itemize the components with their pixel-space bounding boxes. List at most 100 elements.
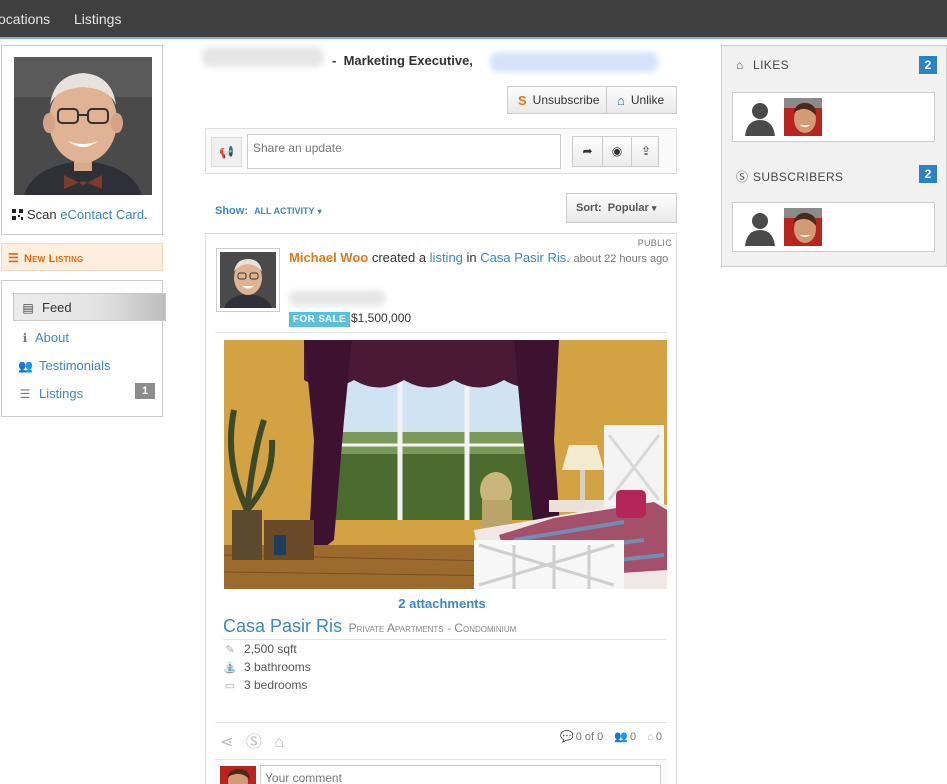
avatar[interactable] <box>784 98 822 136</box>
social-counts: 💬 0 of 0 👥 0 ⌂ 0 <box>560 730 662 743</box>
show-label: Show: <box>215 205 248 217</box>
subscribers-heading: Ⓢ SUBSCRIBERS <box>736 168 843 185</box>
unlike-label: Unlike <box>630 93 665 107</box>
author-name[interactable]: Michael Woo <box>289 250 368 265</box>
area-icon: ✎ <box>225 644 235 656</box>
comment-area: Your comment <box>215 759 667 784</box>
avatar[interactable] <box>784 208 822 246</box>
unlike-icon: ⌂ <box>617 93 625 108</box>
listing-price: $1,500,000 <box>351 311 412 325</box>
comment-input[interactable]: Your comment <box>260 765 661 784</box>
unsubscribe-label: Unsubscribe <box>532 93 600 107</box>
subscribers-avatars <box>732 202 935 252</box>
place-link[interactable]: Casa Pasir Ris. <box>480 250 570 265</box>
social-actions: ⋖ Ⓢ ⌂ <box>220 728 292 752</box>
job-title: Marketing Executive, <box>343 53 473 68</box>
likes-count-badge: 2 <box>919 56 937 74</box>
sidebar-item-label: Testimonials <box>39 358 111 373</box>
likes-avatars <box>732 92 935 142</box>
show-value: ALL ACTIVITY <box>254 206 315 216</box>
listing-link[interactable]: listing <box>430 250 463 265</box>
scan-label: Scan <box>27 207 61 222</box>
caret-down-icon: ▾ <box>317 207 322 216</box>
comment-icon: 💬 <box>560 731 574 743</box>
timestamp: about 22 hours ago <box>573 253 669 265</box>
sidebar-item-listings[interactable]: ☰ Listings <box>18 386 83 401</box>
profile-title: - Marketing Executive, <box>332 53 473 68</box>
megaphone-icon[interactable]: 📢 <box>211 137 242 167</box>
commenter-avatar <box>220 766 256 784</box>
like-icon[interactable]: ⌂ <box>274 734 284 751</box>
unlike-button[interactable]: ⌂ Unlike <box>606 86 677 114</box>
sidebar-item-about[interactable]: ℹ About <box>18 330 69 345</box>
new-listing-button[interactable]: ☰ New Listing <box>1 243 163 271</box>
eye-icon[interactable]: ◉ <box>602 137 631 166</box>
spec-value: 2,500 sqft <box>244 642 297 656</box>
author-avatar[interactable] <box>216 248 280 312</box>
like-count-icon: ⌂ <box>647 731 654 743</box>
econtact-card-link[interactable]: eContact Card <box>60 207 144 222</box>
sidebar-nav: ▤ Feed ℹ About 👥 Testimonials ☰ Listings 1 <box>1 280 166 417</box>
share-toolbar: ➦ ◉ ⇪ <box>572 136 659 167</box>
divider <box>223 639 667 640</box>
list-icon: ☰ <box>19 387 31 401</box>
listing-title: Casa Pasir Ris Private Apartments - Cond… <box>223 616 516 637</box>
like-icon: ⌂ <box>736 58 744 72</box>
comments-count: 0 of 0 <box>575 731 604 743</box>
shower-icon: ⛲ <box>223 662 237 674</box>
activity-prep: in <box>466 250 477 265</box>
profile-card: Scan eContact Card. <box>1 45 163 235</box>
share-input[interactable]: Share an update <box>247 134 561 169</box>
sidebar-item-label: Listings <box>39 386 84 401</box>
top-navbar: ocations Listings <box>0 0 947 39</box>
bed-icon: ▭ <box>224 680 236 692</box>
status-badge: FOR SALE <box>289 312 350 327</box>
redacted-company <box>490 52 658 72</box>
subscribers-count: 0 <box>630 731 637 743</box>
subscribe-icon[interactable]: Ⓢ <box>246 734 262 751</box>
avatar-placeholder[interactable] <box>741 98 779 136</box>
show-filter[interactable]: Show: ALL ACTIVITY ▾ <box>215 205 322 217</box>
listing-name[interactable]: Casa Pasir Ris <box>223 616 342 636</box>
unsubscribe-icon: S <box>518 93 527 108</box>
nav-item-locations[interactable]: ocations <box>0 11 50 27</box>
attachments-link[interactable]: 2 attachments <box>206 596 678 611</box>
users-icon: 👥 <box>614 731 629 743</box>
listings-count-badge: 1 <box>135 383 155 399</box>
likes-label: LIKES <box>753 58 790 72</box>
divider <box>215 722 667 723</box>
list-icon: ☰ <box>8 251 19 265</box>
sort-label: Sort: <box>576 202 602 214</box>
listing-photo[interactable] <box>224 340 667 589</box>
scan-period: . <box>144 207 148 222</box>
unsubscribe-button[interactable]: S Unsubscribe <box>507 86 607 114</box>
spec-bathrooms: ⛲ 3 bathrooms <box>223 660 311 674</box>
nav-item-listings[interactable]: Listings <box>74 11 121 27</box>
feed-icon: ▤ <box>22 301 34 315</box>
spec-value: 3 bathrooms <box>244 660 311 674</box>
sidebar-item-testimonials[interactable]: 👥 Testimonials <box>18 358 111 373</box>
share-icon[interactable]: ⋖ <box>220 734 233 751</box>
redacted-address <box>289 290 386 306</box>
spec-value: 3 bedrooms <box>244 678 308 692</box>
divider <box>215 332 667 333</box>
sidebar-item-label: Feed <box>42 300 72 315</box>
info-icon: ℹ <box>22 331 28 345</box>
econtact-row: Scan eContact Card. <box>12 207 148 222</box>
subscribe-icon: Ⓢ <box>736 170 749 184</box>
qr-code-icon <box>12 208 23 220</box>
spec-bedrooms: ▭ 3 bedrooms <box>223 678 308 692</box>
activity-summary: Michael Woo created a listing in Casa Pa… <box>289 248 671 269</box>
upload-icon[interactable]: ⇪ <box>631 137 660 166</box>
avatar-placeholder[interactable] <box>741 208 779 246</box>
caret-down-icon: ▾ <box>651 203 657 213</box>
sidebar-item-feed[interactable]: ▤ Feed <box>13 293 166 321</box>
right-panel: ⌂ LIKES 2 Ⓢ SUBSCRIBERS 2 <box>721 45 947 267</box>
title-separator: - <box>332 53 337 68</box>
redacted-name <box>202 47 324 67</box>
subscribers-count-badge: 2 <box>919 165 937 183</box>
sort-dropdown[interactable]: Sort: Popular ▾ <box>566 193 677 223</box>
sort-value: Popular <box>607 202 649 214</box>
share-arrow-icon[interactable]: ➦ <box>573 137 602 166</box>
profile-photo[interactable] <box>14 57 152 195</box>
